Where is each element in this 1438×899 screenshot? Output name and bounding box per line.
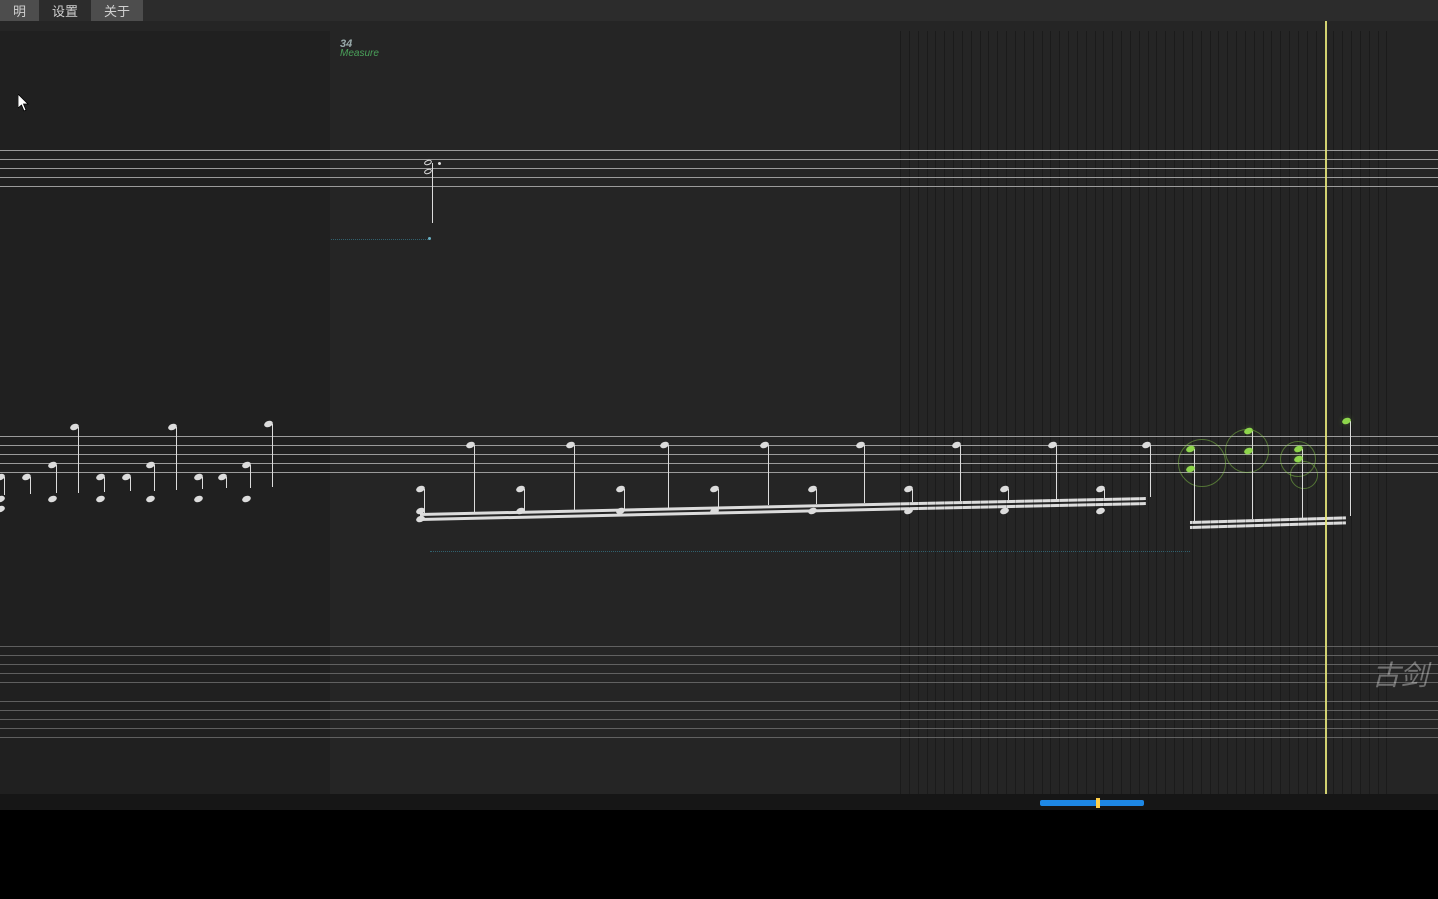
previous-measure-shade	[0, 31, 330, 794]
menu-item-2[interactable]: 关于	[91, 0, 143, 21]
menubar[interactable]: 明 设置 关于	[0, 0, 1438, 21]
cursor-icon	[18, 94, 30, 112]
measure-indicator: 34 Measure	[340, 39, 379, 59]
score-canvas[interactable]: 34 Measure 古剑	[0, 21, 1438, 794]
menu-item-1[interactable]: 设置	[39, 0, 91, 21]
timeline-play-marker[interactable]	[1096, 798, 1100, 808]
brand-watermark: 古剑	[1372, 654, 1428, 694]
timeline-scrollbar[interactable]	[0, 794, 1438, 810]
menu-item-0[interactable]: 明	[0, 0, 39, 21]
menu-item-label: 关于	[104, 1, 130, 20]
playhead[interactable]	[1325, 21, 1327, 794]
menu-item-label: 明	[13, 1, 26, 20]
vertical-grid	[900, 31, 1388, 794]
scroll-thumb[interactable]	[1040, 800, 1144, 806]
footer-area	[0, 810, 1438, 899]
menu-item-label: 设置	[52, 1, 78, 20]
measure-label: Measure	[340, 49, 379, 59]
